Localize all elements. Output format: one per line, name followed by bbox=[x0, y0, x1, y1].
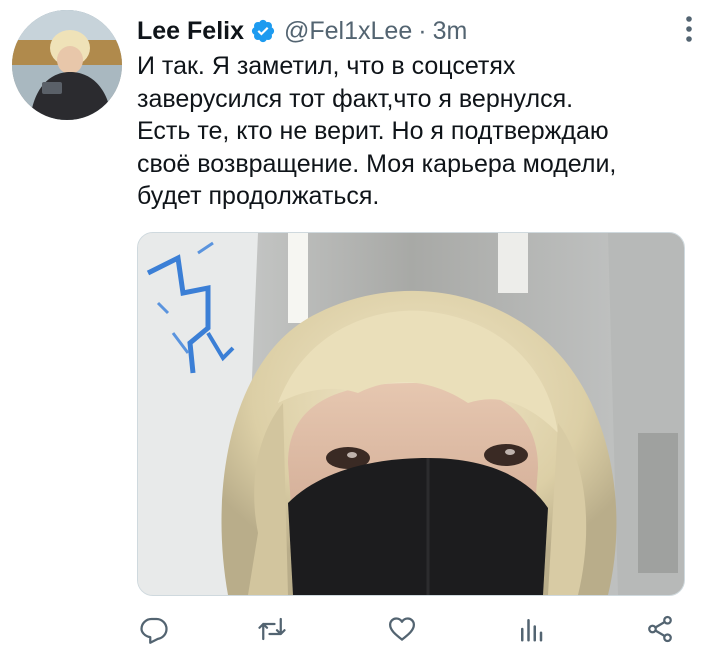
separator-dot: · bbox=[418, 16, 427, 45]
verified-badge-icon bbox=[251, 19, 275, 43]
photo-image bbox=[138, 233, 684, 595]
retweet-button[interactable] bbox=[255, 612, 289, 646]
retweet-icon bbox=[258, 617, 286, 641]
reply-icon bbox=[140, 617, 168, 644]
more-options-icon[interactable] bbox=[684, 14, 694, 44]
tweet-header: Lee Felix @Fel1xLee · 3m bbox=[137, 14, 467, 48]
avatar-image bbox=[12, 10, 122, 120]
avatar[interactable] bbox=[12, 10, 122, 120]
tweet[interactable]: Lee Felix @Fel1xLee · 3m И так. Я замети… bbox=[0, 0, 720, 658]
tweet-actions bbox=[137, 608, 697, 652]
tweet-photo[interactable] bbox=[137, 232, 685, 596]
author-name[interactable]: Lee Felix bbox=[137, 17, 244, 46]
analytics-button[interactable] bbox=[514, 612, 548, 646]
share-icon bbox=[648, 615, 672, 643]
tweet-text: И так. Я заметил, что в соцсетях заверус… bbox=[137, 52, 617, 210]
analytics-icon bbox=[521, 619, 543, 642]
heart-icon bbox=[389, 617, 415, 641]
author-handle[interactable]: @Fel1xLee bbox=[284, 17, 412, 46]
tweet-timestamp[interactable]: 3m bbox=[433, 17, 468, 46]
reply-button[interactable] bbox=[137, 612, 171, 646]
like-button[interactable] bbox=[385, 612, 419, 646]
share-button[interactable] bbox=[643, 612, 677, 646]
